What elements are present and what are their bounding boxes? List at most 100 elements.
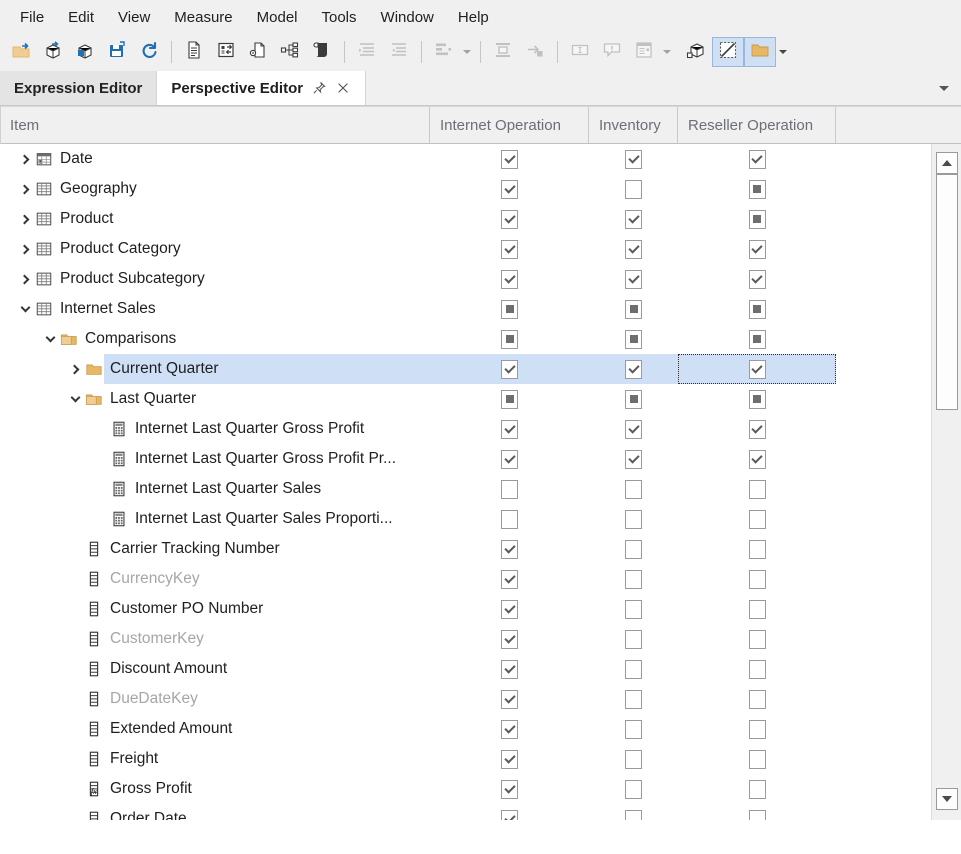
toolbar-button-cube-browse[interactable] xyxy=(680,37,712,67)
tree-row[interactable]: Product Category xyxy=(0,234,931,264)
perspective-cell[interactable] xyxy=(678,804,836,820)
pin-icon[interactable] xyxy=(311,80,327,96)
vertical-scrollbar[interactable] xyxy=(931,144,961,820)
perspective-cell[interactable] xyxy=(589,654,678,684)
toolbar-button-folder-active[interactable] xyxy=(744,37,776,67)
checkbox-checked[interactable] xyxy=(501,180,518,199)
tree-item-cell[interactable]: DueDateKey xyxy=(0,684,430,714)
checkbox-checked[interactable] xyxy=(625,150,642,169)
perspective-cell[interactable] xyxy=(430,294,589,324)
checkbox-checked[interactable] xyxy=(501,660,518,679)
menu-view[interactable]: View xyxy=(106,5,162,30)
tree-row[interactable]: Product Subcategory xyxy=(0,264,931,294)
perspective-cell[interactable] xyxy=(430,534,589,564)
tree-row[interactable]: Customer PO Number xyxy=(0,594,931,624)
perspective-cell[interactable] xyxy=(589,474,678,504)
tree-item-cell[interactable]: CurrencyKey xyxy=(0,564,430,594)
checkbox-unchecked[interactable] xyxy=(749,510,766,529)
tree-body[interactable]: 12DateGeographyProductProduct CategoryPr… xyxy=(0,144,931,820)
checkbox-unchecked[interactable] xyxy=(625,180,642,199)
checkbox-unchecked[interactable] xyxy=(749,600,766,619)
checkbox-checked[interactable] xyxy=(749,450,766,469)
checkbox-checked[interactable] xyxy=(501,450,518,469)
perspective-cell[interactable] xyxy=(678,324,836,354)
scroll-down-button[interactable] xyxy=(936,788,958,810)
column-header-reseller-operation[interactable]: Reseller Operation xyxy=(678,107,836,143)
perspective-cell[interactable] xyxy=(430,564,589,594)
checkbox-checked[interactable] xyxy=(501,270,518,289)
checkbox-checked[interactable] xyxy=(501,810,518,821)
tree-item-cell[interactable]: Internet Last Quarter Gross Profit Pr... xyxy=(0,444,430,474)
perspective-cell[interactable] xyxy=(678,564,836,594)
tree-item-cell[interactable]: Product xyxy=(0,204,430,234)
checkbox-checked[interactable] xyxy=(501,150,518,169)
tree-row[interactable]: fxGross Profit xyxy=(0,774,931,804)
tree-item-cell[interactable]: fxGross Profit xyxy=(0,774,430,804)
tree-expander-collapsed[interactable] xyxy=(16,174,34,204)
perspective-cell[interactable] xyxy=(678,774,836,804)
checkbox-unchecked[interactable] xyxy=(625,480,642,499)
checkbox-unchecked[interactable] xyxy=(625,720,642,739)
menu-file[interactable]: File xyxy=(8,5,56,30)
tab-overflow-button[interactable] xyxy=(935,79,953,97)
perspective-cell[interactable] xyxy=(589,804,678,820)
perspective-cell[interactable] xyxy=(430,684,589,714)
perspective-cell[interactable] xyxy=(589,384,678,414)
checkbox-checked[interactable] xyxy=(501,360,518,379)
checkbox-checked[interactable] xyxy=(501,690,518,709)
checkbox-unchecked[interactable] xyxy=(749,480,766,499)
tree-expander-collapsed[interactable] xyxy=(16,264,34,294)
tree-item-cell[interactable]: 12Date xyxy=(0,144,430,174)
checkbox-checked[interactable] xyxy=(501,210,518,229)
checkbox-unchecked[interactable] xyxy=(625,630,642,649)
perspective-cell[interactable] xyxy=(589,774,678,804)
perspective-cell[interactable] xyxy=(678,174,836,204)
tree-item-cell[interactable]: Discount Amount xyxy=(0,654,430,684)
perspective-cell[interactable] xyxy=(589,684,678,714)
perspective-cell[interactable] xyxy=(430,384,589,414)
checkbox-checked[interactable] xyxy=(625,420,642,439)
tree-item-cell[interactable]: CustomerKey xyxy=(0,624,430,654)
perspective-cell[interactable] xyxy=(430,204,589,234)
tree-item-cell[interactable]: Comparisons xyxy=(0,324,430,354)
tree-row[interactable]: Internet Last Quarter Gross Profit Pr... xyxy=(0,444,931,474)
tree-row[interactable]: CurrencyKey xyxy=(0,564,931,594)
checkbox-unchecked[interactable] xyxy=(749,570,766,589)
perspective-cell[interactable] xyxy=(589,714,678,744)
perspective-cell[interactable] xyxy=(678,594,836,624)
toolbar-button-hierarchy[interactable] xyxy=(274,37,306,67)
close-icon[interactable] xyxy=(335,80,351,96)
checkbox-checked[interactable] xyxy=(501,240,518,259)
perspective-cell[interactable] xyxy=(430,714,589,744)
tree-item-cell[interactable]: Internet Last Quarter Sales Proporti... xyxy=(0,504,430,534)
perspective-cell[interactable] xyxy=(678,264,836,294)
perspective-cell[interactable] xyxy=(430,594,589,624)
checkbox-checked[interactable] xyxy=(625,450,642,469)
tree-row[interactable]: Last Quarter xyxy=(0,384,931,414)
tree-row[interactable]: Extended Amount xyxy=(0,714,931,744)
checkbox-unchecked[interactable] xyxy=(625,540,642,559)
tree-row[interactable]: Freight xyxy=(0,744,931,774)
checkbox-partial[interactable] xyxy=(749,330,766,349)
checkbox-unchecked[interactable] xyxy=(501,510,518,529)
checkbox-checked[interactable] xyxy=(501,630,518,649)
column-header-inventory[interactable]: Inventory xyxy=(589,107,678,143)
checkbox-checked[interactable] xyxy=(501,750,518,769)
perspective-cell[interactable] xyxy=(430,234,589,264)
perspective-cell[interactable] xyxy=(678,354,836,384)
tree-item-cell[interactable]: Customer PO Number xyxy=(0,594,430,624)
tree-row[interactable]: Geography xyxy=(0,174,931,204)
menu-tools[interactable]: Tools xyxy=(310,5,369,30)
checkbox-unchecked[interactable] xyxy=(625,750,642,769)
tree-item-cell[interactable]: Last Quarter xyxy=(0,384,430,414)
tree-item-cell[interactable]: Internet Sales xyxy=(0,294,430,324)
perspective-cell[interactable] xyxy=(589,564,678,594)
tree-item-cell[interactable]: Extended Amount xyxy=(0,714,430,744)
menu-help[interactable]: Help xyxy=(446,5,501,30)
perspective-cell[interactable] xyxy=(430,174,589,204)
tab-expression-editor[interactable]: Expression Editor xyxy=(0,71,157,105)
tree-expander-expanded[interactable] xyxy=(16,294,34,324)
perspective-cell[interactable] xyxy=(430,804,589,820)
column-header-item[interactable]: Item xyxy=(0,107,430,143)
perspective-cell[interactable] xyxy=(589,354,678,384)
